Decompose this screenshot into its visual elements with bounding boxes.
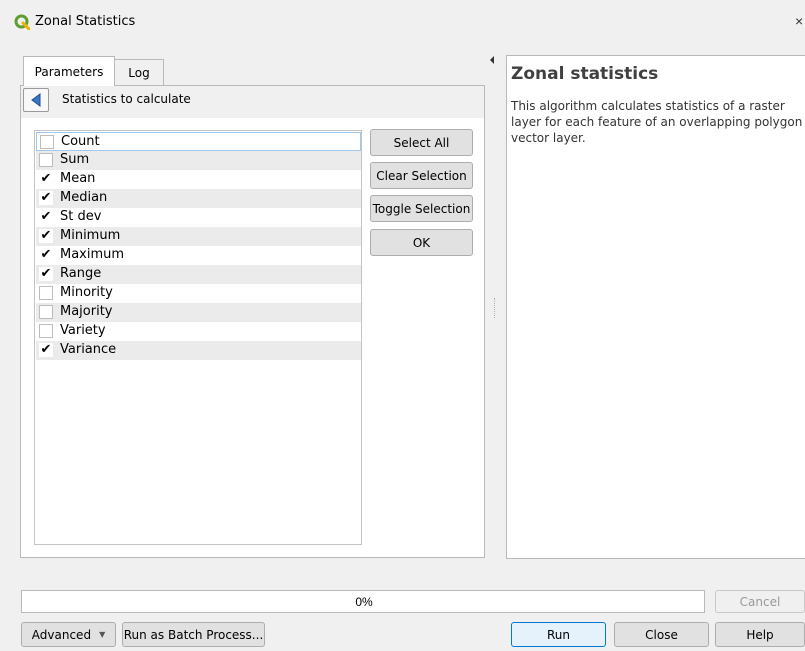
list-item-label: Count: [61, 134, 100, 149]
help-title: Zonal statistics: [511, 64, 659, 84]
tab-log[interactable]: Log: [115, 59, 164, 86]
back-button[interactable]: [23, 88, 49, 112]
list-item-label: Variance: [60, 342, 117, 357]
list-item-label: St dev: [60, 209, 102, 224]
advanced-button[interactable]: Advanced ▼: [21, 622, 116, 647]
list-item[interactable]: ✔ Median: [36, 189, 361, 208]
checkbox[interactable]: [39, 286, 53, 300]
checkbox[interactable]: ✔: [39, 172, 53, 186]
list-item[interactable]: Majority: [36, 303, 361, 322]
dropdown-arrow-icon: ▼: [99, 630, 106, 639]
advanced-label: Advanced: [31, 627, 92, 642]
list-item[interactable]: Sum: [36, 151, 361, 170]
list-item[interactable]: Minority: [36, 284, 361, 303]
checkbox[interactable]: [40, 135, 54, 149]
checkbox[interactable]: [39, 305, 53, 319]
clear-selection-button[interactable]: Clear Selection: [370, 162, 473, 189]
list-item[interactable]: ✔ Maximum: [36, 246, 361, 265]
checkbox[interactable]: ✔: [39, 210, 53, 224]
list-item-label: Mean: [60, 171, 96, 186]
close-icon[interactable]: ×: [795, 13, 803, 29]
qgis-logo-icon: [14, 14, 31, 31]
select-all-button[interactable]: Select All: [370, 129, 473, 156]
list-item-label: Maximum: [60, 247, 125, 262]
list-item[interactable]: ✔ St dev: [36, 208, 361, 227]
panel-title: Statistics to calculate: [62, 92, 191, 106]
list-item[interactable]: Variety: [36, 322, 361, 341]
list-item-label: Majority: [60, 304, 113, 319]
window-title: Zonal Statistics: [35, 14, 136, 29]
statistics-list[interactable]: Count Sum ✔ Mean ✔ Median ✔ St dev ✔ Minimum ✔ Maxi…: [34, 130, 362, 545]
tab-parameters[interactable]: Parameters: [23, 56, 115, 86]
ok-button[interactable]: OK: [370, 229, 473, 256]
toggle-selection-button[interactable]: Toggle Selection: [370, 195, 473, 222]
checkbox[interactable]: ✔: [39, 191, 53, 205]
checkbox[interactable]: [39, 324, 53, 338]
list-item-label: Range: [60, 266, 102, 281]
list-item-label: Sum: [60, 152, 90, 167]
run-batch-button[interactable]: Run as Batch Process...: [122, 622, 265, 647]
checkbox[interactable]: [39, 153, 53, 167]
list-item[interactable]: ✔ Mean: [36, 170, 361, 189]
checkbox[interactable]: ✔: [39, 343, 53, 357]
close-button[interactable]: Close: [614, 622, 709, 647]
checkbox[interactable]: ✔: [39, 229, 53, 243]
list-item-label: Median: [60, 190, 108, 205]
list-item-label: Variety: [60, 323, 106, 338]
triangle-left-icon: [31, 93, 41, 107]
help-description: This algorithm calculates statistics of …: [511, 99, 803, 145]
progress-bar: 0%: [21, 590, 705, 613]
run-button[interactable]: Run: [511, 622, 606, 647]
list-item-label: Minority: [60, 285, 113, 300]
list-item[interactable]: ✔ Minimum: [36, 227, 361, 246]
checkbox[interactable]: ✔: [39, 248, 53, 262]
list-item[interactable]: Count: [36, 132, 361, 151]
progress-text: 0%: [355, 595, 373, 609]
help-button[interactable]: Help: [715, 622, 805, 647]
collapse-arrow-icon[interactable]: [490, 56, 494, 64]
list-item-label: Minimum: [60, 228, 121, 243]
list-item[interactable]: ✔ Variance: [36, 341, 361, 360]
cancel-button[interactable]: Cancel: [715, 590, 805, 613]
checkbox[interactable]: ✔: [39, 267, 53, 281]
list-item[interactable]: ✔ Range: [36, 265, 361, 284]
splitter-handle[interactable]: [494, 298, 496, 318]
